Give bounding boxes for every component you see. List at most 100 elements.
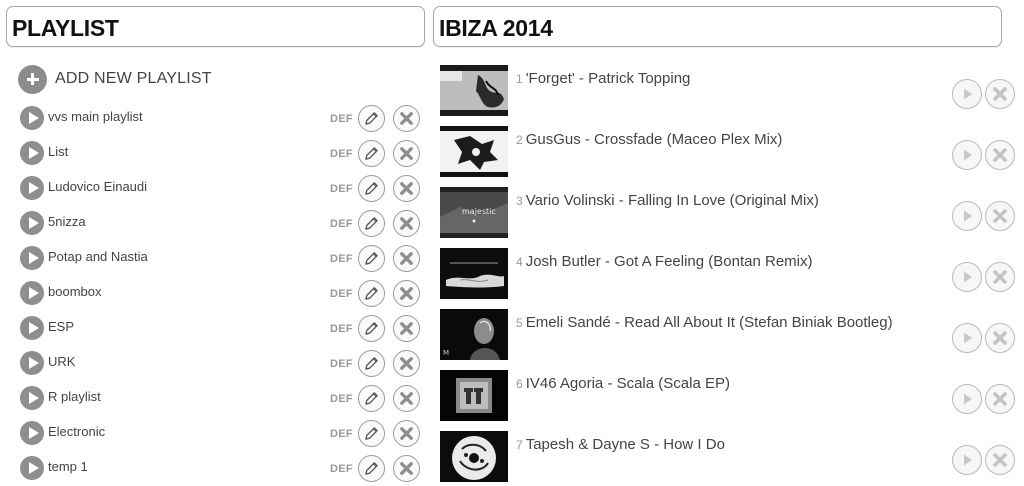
track-thumbnail[interactable]: M <box>440 309 508 360</box>
close-icon <box>399 356 414 371</box>
delete-playlist-button[interactable] <box>393 140 420 167</box>
close-icon <box>992 452 1008 468</box>
play-track-button[interactable] <box>952 140 982 170</box>
playlist-name[interactable]: boombox <box>48 284 101 299</box>
add-new-playlist-button[interactable]: ADD NEW PLAYLIST <box>18 64 212 94</box>
edit-playlist-button[interactable] <box>358 175 385 202</box>
track-title[interactable]: 3 Vario Volinski - Falling In Love (Origi… <box>516 192 819 209</box>
close-icon <box>399 111 414 126</box>
set-default-button[interactable]: DEF <box>330 323 353 335</box>
pencil-icon <box>364 216 379 231</box>
play-icon[interactable] <box>20 106 44 130</box>
track-title-text: GusGus - Crossfade (Maceo Plex Mix) <box>525 131 783 148</box>
track-title[interactable]: 4 Josh Butler - Got A Feeling (Bontan Rem… <box>516 253 812 270</box>
edit-playlist-button[interactable] <box>358 420 385 447</box>
set-default-button[interactable]: DEF <box>330 253 353 265</box>
set-default-button[interactable]: DEF <box>330 183 353 195</box>
playlist-row: Electronic DEF <box>20 419 425 449</box>
play-icon[interactable] <box>20 456 44 480</box>
playlist-name[interactable]: 5nizza <box>48 214 86 229</box>
set-default-button[interactable]: DEF <box>330 148 353 160</box>
edit-playlist-button[interactable] <box>358 105 385 132</box>
remove-track-button[interactable] <box>985 384 1015 414</box>
delete-playlist-button[interactable] <box>393 175 420 202</box>
set-default-button[interactable]: DEF <box>330 358 353 370</box>
track-thumbnail[interactable] <box>440 431 508 482</box>
delete-playlist-button[interactable] <box>393 280 420 307</box>
track-title[interactable]: 2 GusGus - Crossfade (Maceo Plex Mix) <box>516 131 782 148</box>
play-icon[interactable] <box>20 176 44 200</box>
play-icon[interactable] <box>20 351 44 375</box>
track-thumbnail[interactable] <box>440 65 508 116</box>
edit-playlist-button[interactable] <box>358 210 385 237</box>
play-track-button[interactable] <box>952 201 982 231</box>
delete-playlist-button[interactable] <box>393 350 420 377</box>
set-default-button[interactable]: DEF <box>330 393 353 405</box>
playlist-name[interactable]: temp 1 <box>48 459 88 474</box>
close-icon <box>992 208 1008 224</box>
play-icon[interactable] <box>20 281 44 305</box>
edit-playlist-button[interactable] <box>358 245 385 272</box>
remove-track-button[interactable] <box>985 445 1015 475</box>
playlist-name[interactable]: R playlist <box>48 389 101 404</box>
play-icon[interactable] <box>20 386 44 410</box>
track-title[interactable]: 5 Emeli Sandé - Read All About It (Stefan… <box>516 314 893 331</box>
edit-playlist-button[interactable] <box>358 385 385 412</box>
playlist-row: Ludovico Einaudi DEF <box>20 174 425 204</box>
track-thumbnail[interactable] <box>440 126 508 177</box>
track-title[interactable]: 1 'Forget' - Patrick Topping <box>516 70 690 87</box>
play-icon <box>959 147 975 163</box>
play-track-button[interactable] <box>952 262 982 292</box>
set-default-button[interactable]: DEF <box>330 113 353 125</box>
delete-playlist-button[interactable] <box>393 315 420 342</box>
remove-track-button[interactable] <box>985 201 1015 231</box>
playlist-name[interactable]: vvs main playlist <box>48 109 143 124</box>
track-thumbnail[interactable] <box>440 248 508 299</box>
track-thumbnail[interactable]: majestic <box>440 187 508 238</box>
delete-playlist-button[interactable] <box>393 455 420 482</box>
play-icon[interactable] <box>20 211 44 235</box>
set-default-button[interactable]: DEF <box>330 428 353 440</box>
track-row: 1 'Forget' - Patrick Topping <box>440 65 1020 117</box>
close-icon <box>399 216 414 231</box>
delete-playlist-button[interactable] <box>393 245 420 272</box>
edit-playlist-button[interactable] <box>358 140 385 167</box>
delete-playlist-button[interactable] <box>393 105 420 132</box>
playlist-name[interactable]: Potap and Nastia <box>48 249 148 264</box>
edit-playlist-button[interactable] <box>358 315 385 342</box>
play-icon[interactable] <box>20 141 44 165</box>
play-track-button[interactable] <box>952 445 982 475</box>
track-title[interactable]: 7 Tapesh & Dayne S - How I Do <box>516 436 725 453</box>
play-track-button[interactable] <box>952 384 982 414</box>
playlist-name[interactable]: Electronic <box>48 424 105 439</box>
remove-track-button[interactable] <box>985 140 1015 170</box>
delete-playlist-button[interactable] <box>393 420 420 447</box>
edit-playlist-button[interactable] <box>358 280 385 307</box>
playlist-row: 5nizza DEF <box>20 209 425 239</box>
delete-playlist-button[interactable] <box>393 385 420 412</box>
set-default-button[interactable]: DEF <box>330 218 353 230</box>
track-title-text: Emeli Sandé - Read All About It (Stefan … <box>525 314 893 331</box>
remove-track-button[interactable] <box>985 323 1015 353</box>
playlist-name[interactable]: List <box>48 144 68 159</box>
edit-playlist-button[interactable] <box>358 350 385 377</box>
play-icon[interactable] <box>20 316 44 340</box>
play-track-button[interactable] <box>952 323 982 353</box>
playlist-name[interactable]: ESP <box>48 319 74 334</box>
set-default-button[interactable]: DEF <box>330 463 353 475</box>
play-icon[interactable] <box>20 421 44 445</box>
track-number: 2 <box>516 133 523 147</box>
track-title[interactable]: 6 IV46 Agoria - Scala (Scala EP) <box>516 375 730 392</box>
edit-playlist-button[interactable] <box>358 455 385 482</box>
current-playlist-title: IBIZA 2014 <box>439 15 553 41</box>
delete-playlist-button[interactable] <box>393 210 420 237</box>
playlist-name[interactable]: URK <box>48 354 75 369</box>
play-icon[interactable] <box>20 246 44 270</box>
remove-track-button[interactable] <box>985 262 1015 292</box>
playlist-row: List DEF <box>20 139 425 169</box>
remove-track-button[interactable] <box>985 79 1015 109</box>
playlist-name[interactable]: Ludovico Einaudi <box>48 179 147 194</box>
track-thumbnail[interactable] <box>440 370 508 421</box>
set-default-button[interactable]: DEF <box>330 288 353 300</box>
play-track-button[interactable] <box>952 79 982 109</box>
